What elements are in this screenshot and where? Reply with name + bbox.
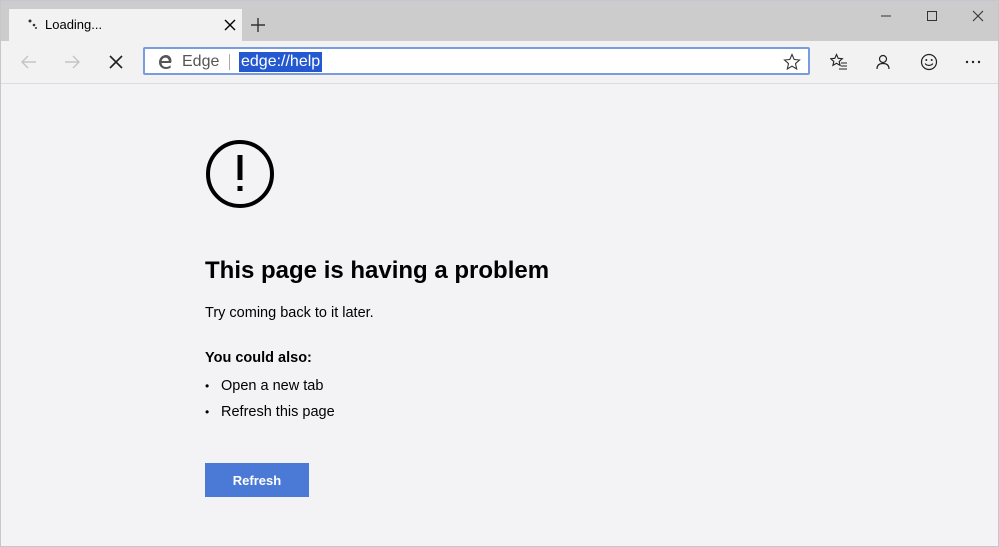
tab-close-icon[interactable] [223, 18, 237, 32]
stop-icon [109, 55, 123, 69]
minimize-button[interactable] [863, 1, 909, 31]
suggestions-heading: You could also: [205, 350, 312, 366]
browser-window: Loading... Edge edge://help This page is… [0, 0, 999, 547]
more-button[interactable] [961, 50, 985, 74]
maximize-button[interactable] [909, 1, 955, 31]
error-subtext: Try coming back to it later. [205, 305, 374, 321]
more-icon [965, 60, 981, 64]
favorites-button[interactable] [827, 50, 851, 74]
url-text[interactable]: edge://help [239, 52, 323, 72]
minimize-icon [881, 15, 891, 17]
list-item: Open a new tab [205, 376, 335, 402]
tab-loading[interactable]: Loading... [9, 9, 242, 41]
back-button[interactable] [17, 50, 41, 74]
edge-logo-icon [159, 55, 172, 69]
feedback-button[interactable] [917, 50, 941, 74]
list-item: Refresh this page [205, 402, 335, 428]
suggestions-list: Open a new tab Refresh this page [205, 376, 335, 428]
page-title: This page is having a problem [205, 257, 550, 284]
address-bar[interactable]: Edge edge://help [143, 47, 810, 75]
tab-title: Loading... [45, 17, 103, 32]
address-separator [229, 54, 230, 70]
close-icon [972, 10, 984, 22]
refresh-button[interactable]: Refresh [205, 463, 309, 497]
loading-spinner-icon [28, 19, 37, 29]
exclamation-circle-icon [206, 140, 274, 208]
favorites-list-icon [830, 53, 847, 70]
toolbar: Edge edge://help [1, 41, 998, 84]
forward-arrow-icon [65, 55, 80, 69]
profile-button[interactable] [871, 50, 895, 74]
close-window-button[interactable] [955, 1, 999, 31]
stop-button[interactable] [104, 50, 128, 74]
profile-icon [876, 54, 890, 70]
maximize-icon [927, 11, 937, 21]
new-tab-icon[interactable] [250, 17, 266, 33]
forward-button[interactable] [60, 50, 84, 74]
tab-strip: Loading... [1, 1, 998, 41]
back-arrow-icon [21, 55, 36, 69]
smiley-icon [920, 53, 938, 71]
star-icon[interactable] [783, 53, 801, 71]
address-site-label: Edge [182, 53, 220, 70]
